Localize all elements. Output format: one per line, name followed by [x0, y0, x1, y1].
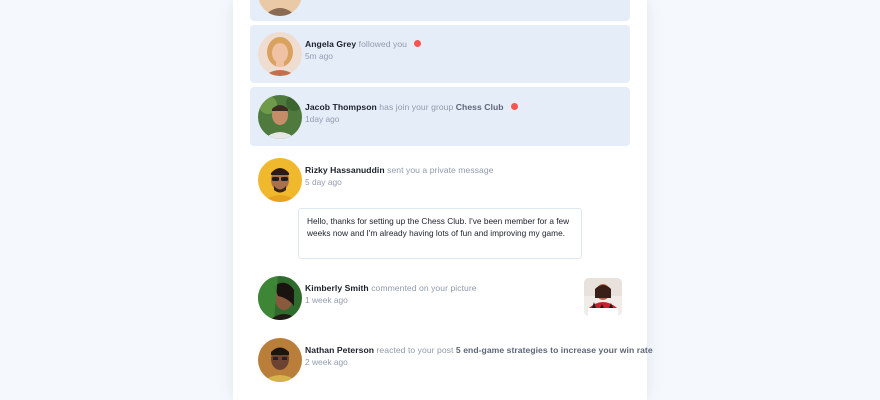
notification-action: reacted to your post	[376, 345, 454, 355]
avatar-mark-webber-icon[interactable]	[258, 0, 302, 16]
avatar-jacob-thompson-icon[interactable]	[258, 95, 302, 139]
notification-text: Rizky Hassanuddin sent you a private mes…	[305, 165, 494, 175]
notification-text: Jacob Thompson has join your group Chess…	[305, 102, 519, 112]
notification-action: has join your group	[379, 102, 454, 112]
notification-item-angela-grey[interactable]: Angela Grey followed you 5m ago	[250, 25, 630, 83]
avatar-nathan-peterson-icon[interactable]	[258, 338, 302, 382]
notification-item-nathan-peterson[interactable]: Nathan Peterson reacted to your post 5 e…	[250, 332, 653, 390]
notification-text: Angela Grey followed you	[305, 39, 422, 49]
notification-time: 1 week ago	[305, 295, 348, 305]
notification-item-mark-webber[interactable]	[250, 0, 630, 21]
user-name-link[interactable]: Jacob Thompson	[305, 102, 377, 112]
unread-dot	[511, 103, 519, 110]
notification-action: sent you a private message	[387, 165, 494, 175]
notification-item-rizky-hassanuddin[interactable]: Rizky Hassanuddin sent you a private mes…	[250, 150, 630, 265]
user-name-link[interactable]: Nathan Peterson	[305, 345, 374, 355]
user-name-link[interactable]: Rizky Hassanuddin	[305, 165, 385, 175]
notification-time: 5 day ago	[305, 177, 342, 187]
notification-item-jacob-thompson[interactable]: Jacob Thompson has join your group Chess…	[250, 87, 630, 146]
notification-action: commented on your picture	[371, 283, 477, 293]
group-link[interactable]: Chess Club	[456, 102, 504, 112]
avatar-kimberly-smith-icon[interactable]	[258, 276, 302, 320]
notification-text: Nathan Peterson reacted to your post 5 e…	[305, 345, 653, 355]
post-link[interactable]: 5 end-game strategies to increase your w…	[456, 345, 653, 355]
notification-time: 1day ago	[305, 114, 340, 124]
notification-text: Kimberly Smith commented on your picture	[305, 283, 477, 293]
user-name-link[interactable]: Kimberly Smith	[305, 283, 369, 293]
notification-action: followed you	[358, 39, 408, 49]
private-message-preview[interactable]: Hello, thanks for setting up the Chess C…	[298, 208, 582, 259]
avatar-rizky-hassanuddin-icon[interactable]	[258, 158, 302, 202]
notification-time: 5m ago	[305, 51, 333, 61]
user-name-link[interactable]: Angela Grey	[305, 39, 356, 49]
notification-item-kimberly-smith[interactable]: Kimberly Smith commented on your picture…	[250, 270, 630, 325]
notifications-card: Angela Grey followed you 5m ago Jacob Th…	[233, 0, 653, 400]
avatar-angela-grey-icon[interactable]	[258, 32, 302, 76]
chess-picture-thumbnail-icon[interactable]	[584, 278, 622, 316]
unread-dot	[414, 40, 422, 47]
notification-time: 2 week ago	[305, 357, 348, 367]
